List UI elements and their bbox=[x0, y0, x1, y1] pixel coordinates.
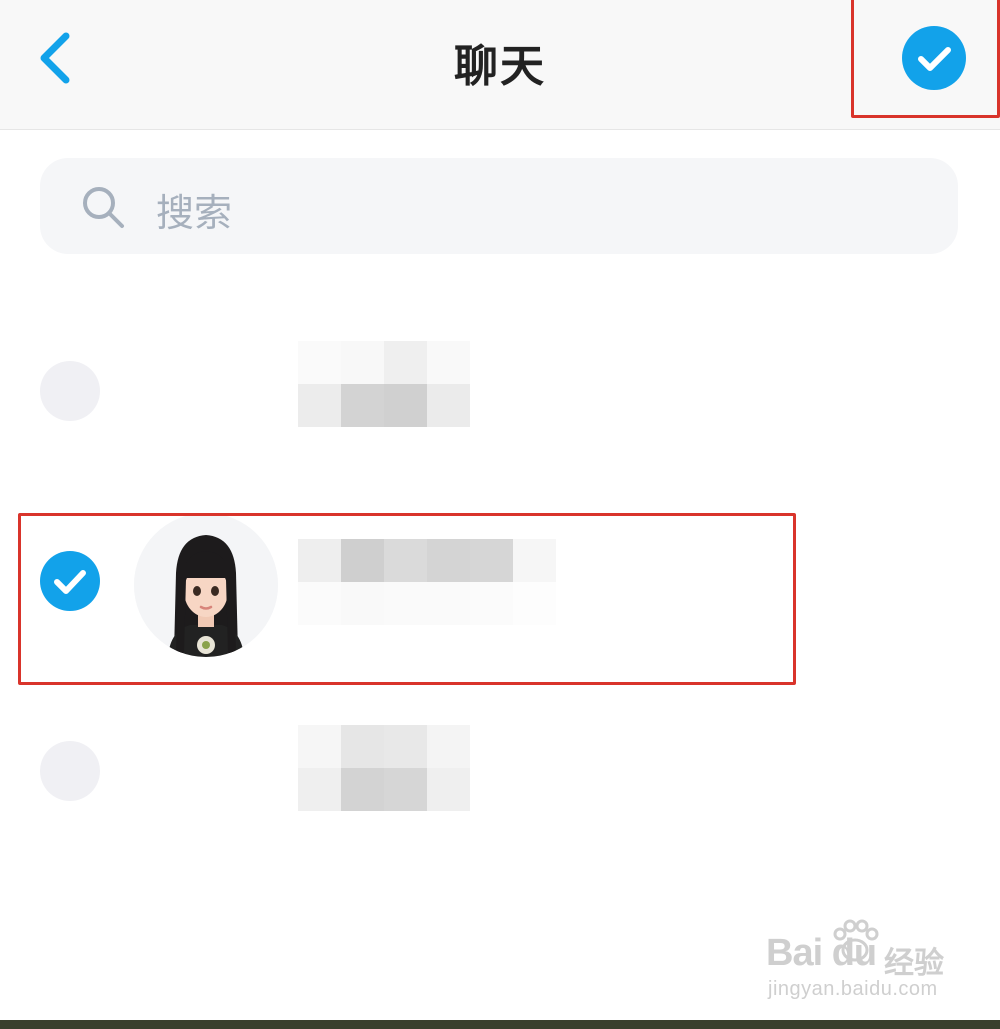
bottom-edge bbox=[0, 1020, 1000, 1029]
paw-icon bbox=[833, 919, 879, 962]
avatar-girl-icon bbox=[134, 513, 278, 657]
chat-select-screen: 聊天 搜索 Bai du 经验 jingyan.baidu.com bbox=[0, 0, 1000, 1029]
chat-list-item[interactable] bbox=[0, 315, 1000, 465]
chat-name-pixelated bbox=[298, 341, 470, 427]
check-circle-icon bbox=[918, 47, 951, 71]
watermark-url: jingyan.baidu.com bbox=[768, 978, 938, 1000]
select-radio[interactable] bbox=[40, 741, 100, 801]
chat-list-item-selected[interactable] bbox=[0, 505, 1000, 657]
chat-name-pixelated bbox=[298, 539, 556, 629]
select-radio-checked[interactable] bbox=[40, 551, 100, 611]
avatar bbox=[134, 513, 278, 657]
chat-list-item[interactable] bbox=[0, 695, 1000, 845]
check-icon bbox=[54, 570, 86, 594]
confirm-button[interactable] bbox=[902, 26, 966, 90]
search-placeholder: 搜索 bbox=[156, 191, 233, 235]
search-icon bbox=[83, 187, 124, 228]
page-title: 聊天 bbox=[454, 41, 546, 92]
baidu-jingyan-watermark: Bai du 经验 jingyan.baidu.com bbox=[766, 918, 956, 1008]
watermark-brand: 经验 bbox=[884, 946, 944, 981]
nav-header: 聊天 bbox=[0, 0, 1000, 130]
chat-name-pixelated bbox=[298, 725, 470, 811]
select-radio[interactable] bbox=[40, 361, 100, 421]
